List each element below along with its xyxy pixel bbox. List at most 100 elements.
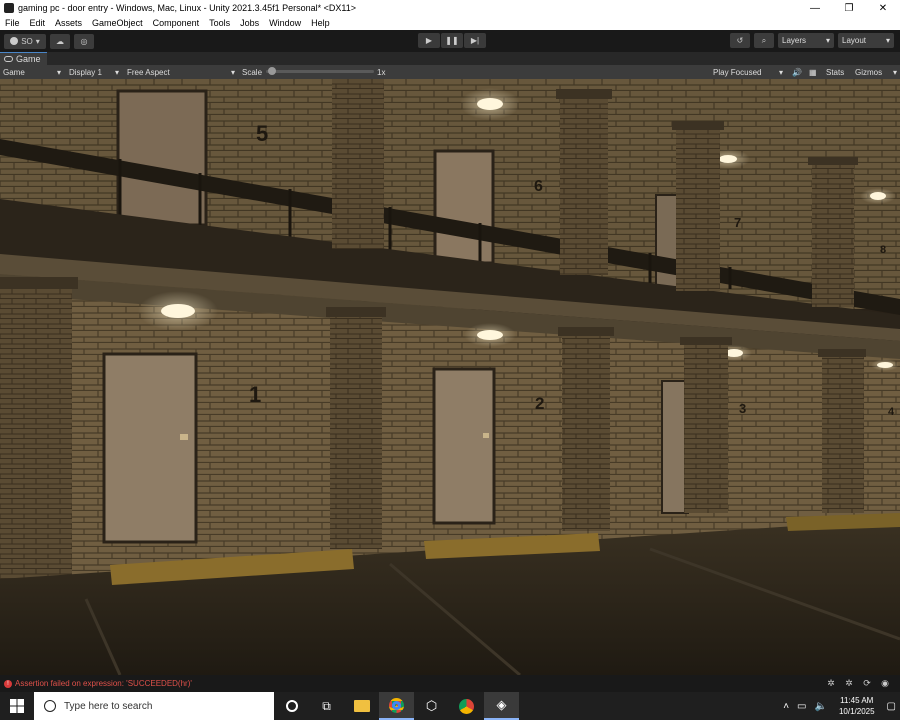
close-button[interactable]: ✕ — [866, 0, 900, 16]
unity-editor-button[interactable]: ◈ — [484, 692, 519, 720]
menu-bar: File Edit Assets GameObject Component To… — [0, 16, 900, 30]
chrome-icon — [389, 697, 404, 713]
chevron-up-icon[interactable]: ˄ — [783, 701, 789, 712]
refresh-icon[interactable]: ⟳ — [858, 678, 876, 689]
play-mode-dropdown[interactable]: Play Focused ▾ — [710, 65, 786, 79]
folder-icon — [353, 700, 370, 712]
network-icon[interactable]: ▭ — [797, 701, 806, 712]
collab-status-icon[interactable]: ◉ — [876, 678, 894, 689]
pause-button[interactable]: ❚❚ — [441, 33, 463, 48]
play-button[interactable]: ▶ — [418, 33, 440, 48]
chevron-down-icon: ▾ — [56, 67, 61, 77]
unity-app-icon — [4, 3, 14, 13]
unit-number-4: 4 — [888, 406, 895, 418]
system-tray: ˄ ▭ 🔈 11:45 AM 10/1/2025 ▢ — [779, 692, 900, 720]
layers-dropdown[interactable]: Layers ▾ — [778, 33, 834, 48]
ceiling-light-icon — [870, 192, 886, 200]
display-label: Display 1 — [69, 67, 102, 77]
toolbar-right: ↺ ⌕ Layers ▾ Layout ▾ — [726, 33, 894, 48]
menu-assets[interactable]: Assets — [50, 18, 87, 28]
cortana-button[interactable] — [274, 692, 309, 720]
status-icons: ✲ ✲ ⟳ ◉ — [822, 678, 894, 689]
account-label: SO — [21, 36, 33, 46]
chevron-down-icon: ▾ — [35, 36, 40, 46]
menu-file[interactable]: File — [0, 18, 25, 28]
task-view-button[interactable]: ⧉ — [309, 692, 344, 720]
motel-scene: 5 6 7 8 1 2 3 4 — [0, 79, 900, 675]
chevron-down-icon: ▾ — [825, 36, 830, 45]
game-view-bar: Game ▾ Display 1 ▾ Free Aspect ▾ Scale 1… — [0, 65, 900, 79]
chrome-icon — [459, 698, 474, 714]
aspect-dropdown[interactable]: Free Aspect ▾ — [124, 65, 238, 79]
unit-number-1: 1 — [249, 382, 261, 407]
layout-dropdown[interactable]: Layout ▾ — [838, 33, 894, 48]
cloud-icon: ☁ — [56, 36, 64, 46]
menu-edit[interactable]: Edit — [25, 18, 51, 28]
search-button[interactable]: ⌕ — [754, 33, 774, 48]
minimize-button[interactable]: — — [798, 0, 832, 16]
tab-game[interactable]: Game — [0, 52, 47, 65]
chrome-profile-button[interactable] — [449, 692, 484, 720]
speaker-icon[interactable]: 🔈 — [815, 701, 827, 712]
chevron-down-icon: ▾ — [114, 67, 119, 77]
taskbar-search[interactable]: Type here to search — [34, 692, 274, 720]
view-mode-dropdown[interactable]: Game ▾ — [0, 65, 64, 79]
unit-number-8: 8 — [880, 244, 886, 256]
history-button[interactable]: ↺ — [730, 33, 750, 48]
display-dropdown[interactable]: Display 1 ▾ — [66, 65, 122, 79]
step-icon: ▶| — [470, 36, 480, 45]
gizmos-dropdown[interactable]: Gizmos ▾ — [852, 65, 900, 79]
menu-component[interactable]: Component — [148, 18, 205, 28]
unit-number-3: 3 — [739, 401, 746, 416]
cloud-button[interactable]: ☁ — [50, 33, 70, 49]
cortana-icon — [285, 700, 298, 712]
error-text: Assertion failed on expression: 'SUCCEED… — [15, 679, 192, 688]
scale-slider-knob[interactable] — [268, 67, 277, 75]
menu-gameobject[interactable]: GameObject — [87, 18, 148, 28]
account-dropdown[interactable]: SO ▾ — [4, 33, 46, 49]
step-button[interactable]: ▶| — [464, 33, 486, 48]
search-icon — [44, 700, 56, 712]
file-explorer-button[interactable] — [344, 692, 379, 720]
debug-bug-icon[interactable]: ✲ — [822, 678, 840, 689]
notification-icon[interactable]: ▢ — [887, 701, 896, 712]
unity-hub-icon: ⬡ — [425, 698, 438, 713]
gizmos-label: Gizmos — [855, 67, 883, 77]
scale-value: 1x — [377, 67, 386, 77]
menu-window[interactable]: Window — [264, 18, 306, 28]
menu-jobs[interactable]: Jobs — [235, 18, 264, 28]
ceiling-light-icon — [719, 155, 737, 163]
account-icon — [10, 37, 19, 45]
scale-slider[interactable] — [266, 67, 374, 75]
gamepad-icon — [4, 56, 13, 62]
view-mode-label: Game — [3, 67, 25, 77]
collab-button[interactable]: ◎ — [74, 33, 94, 49]
menu-tools[interactable]: Tools — [204, 18, 235, 28]
stats-button[interactable]: Stats — [826, 68, 844, 77]
error-icon: ! — [4, 679, 12, 688]
stats-grid-icon[interactable]: ▦ — [809, 68, 817, 77]
game-viewport[interactable]: 5 6 7 8 1 2 3 4 — [0, 79, 900, 675]
door-handle-icon — [483, 433, 489, 438]
ceiling-light-icon — [477, 98, 503, 110]
taskbar-clock[interactable]: 11:45 AM 10/1/2025 — [839, 695, 875, 717]
progress-spinner-icon: ✲ — [845, 678, 853, 688]
window-titlebar: gaming pc - door entry - Windows, Mac, L… — [0, 0, 900, 16]
layers-label: Layers — [782, 36, 807, 45]
main-toolbar: SO ▾ ☁ ◎ ▶ ❚❚ ▶| ↺ ⌕ Layers ▾ Layout ▾ — [0, 30, 900, 52]
mute-audio-icon[interactable]: 🔊 — [792, 68, 802, 77]
door-lower-1 — [102, 352, 198, 544]
window-controls: — ❐ ✕ — [798, 0, 900, 16]
search-icon: ⌕ — [761, 35, 767, 45]
menu-help[interactable]: Help — [306, 18, 335, 28]
chrome-button[interactable] — [379, 692, 414, 720]
clock-time: 11:45 AM — [840, 696, 874, 705]
history-icon: ↺ — [736, 36, 744, 45]
door-upper-5 — [116, 89, 208, 227]
unity-hub-button[interactable]: ⬡ — [414, 692, 449, 720]
clock-date: 10/1/2025 — [838, 707, 875, 716]
maximize-button[interactable]: ❐ — [832, 0, 866, 16]
layout-label: Layout — [842, 36, 867, 45]
start-button[interactable] — [0, 692, 34, 720]
console-error-message[interactable]: ! Assertion failed on expression: 'SUCCE… — [4, 679, 192, 688]
